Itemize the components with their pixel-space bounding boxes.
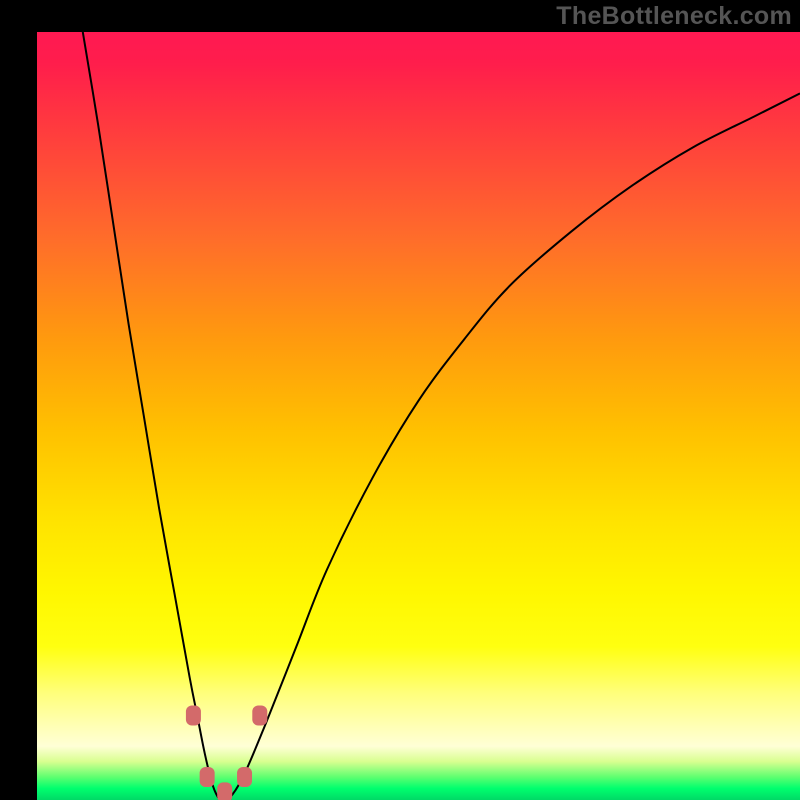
- curve-layer: [37, 32, 800, 800]
- marker-point: [237, 767, 252, 787]
- marker-point: [186, 706, 201, 726]
- curve-markers: [186, 706, 267, 800]
- chart-container: TheBottleneck.com: [0, 0, 800, 800]
- marker-point: [217, 782, 232, 800]
- marker-point: [252, 706, 267, 726]
- watermark-text: TheBottleneck.com: [556, 2, 792, 31]
- plot-area: [37, 32, 800, 800]
- bottleneck-curve: [83, 32, 800, 800]
- marker-point: [200, 767, 215, 787]
